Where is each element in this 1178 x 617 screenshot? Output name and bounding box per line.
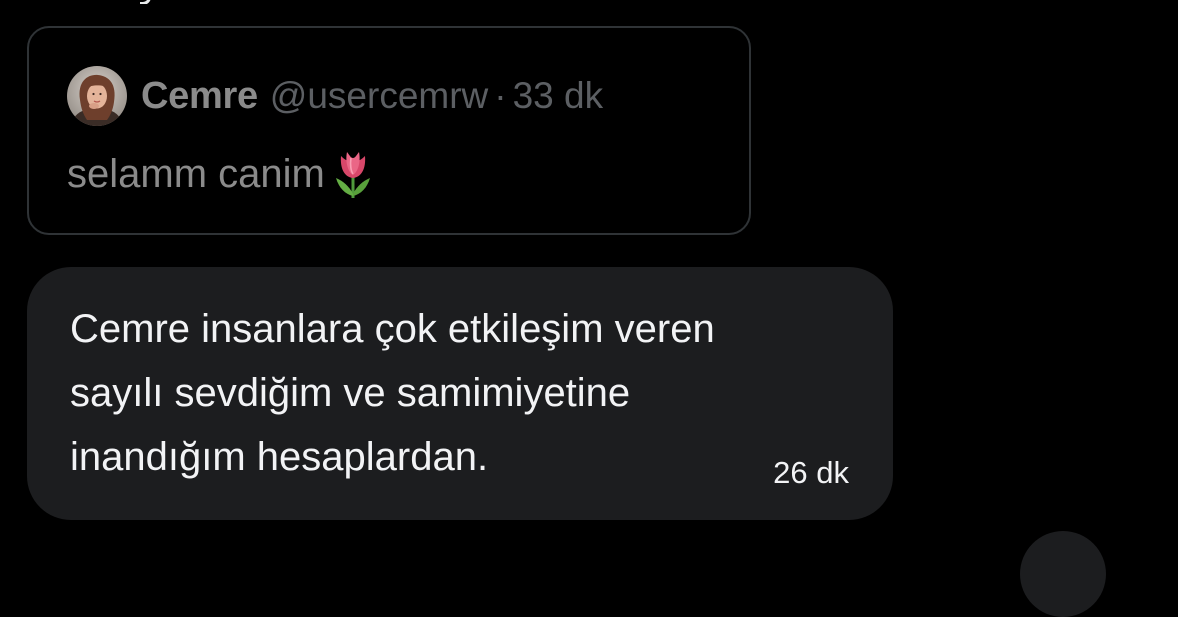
message-line: inandığım hesaplardan. [70,435,489,479]
quoted-tweet-body: selamm canim [67,146,375,202]
tulip-icon [331,148,375,200]
avatar[interactable] [67,66,127,126]
message-time: 26 dk [773,455,849,490]
quoted-tweet-time[interactable]: 33 dk [513,75,604,117]
user-handle[interactable]: @usercemrw [270,75,488,117]
message-line: sayılı sevdiğim ve samimiyetine [70,371,631,415]
separator-dot: · [494,75,507,116]
quoted-tweet-header: Cemre @usercemrw · 33 dk [67,66,603,126]
message-bubble[interactable]: Cemre insanlara çok etkileşim veren sayı… [27,267,893,520]
quoted-tweet-card[interactable]: Cemre @usercemrw · 33 dk selamm canim [27,26,751,235]
partial-round-button[interactable] [1020,531,1106,617]
message-text: Cemre insanlara çok etkileşim veren sayı… [70,297,860,489]
cropped-text-fragment [140,0,160,4]
quoted-tweet-text: selamm canim [67,151,325,196]
message-line: Cemre insanlara çok etkileşim veren [70,307,715,351]
display-name[interactable]: Cemre [141,75,258,118]
